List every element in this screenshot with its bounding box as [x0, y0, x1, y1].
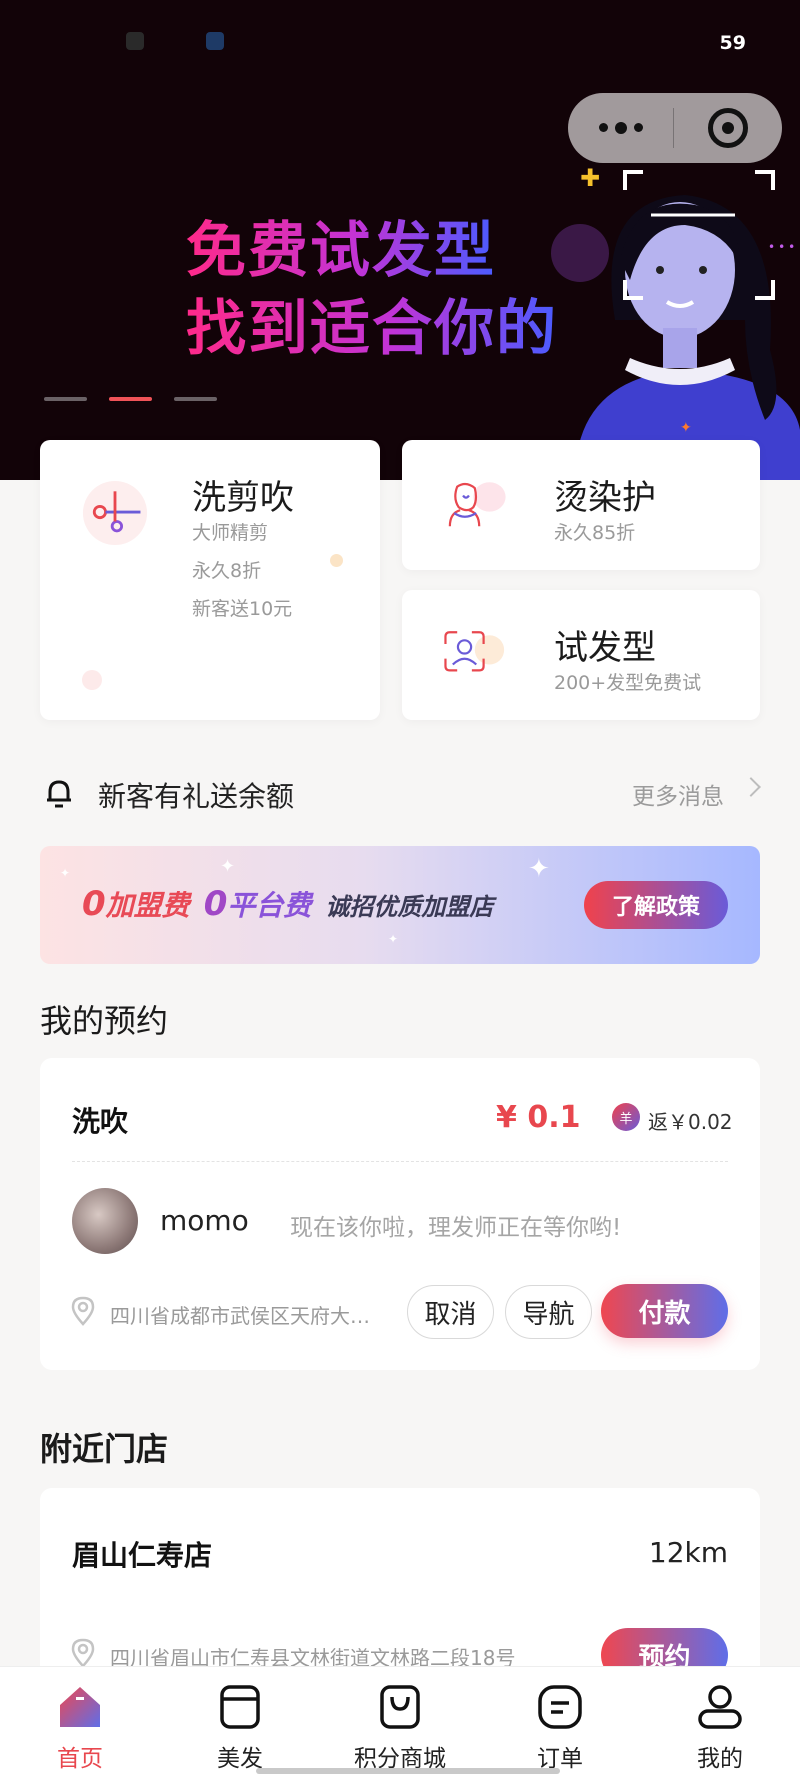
- tab-home[interactable]: 首页: [0, 1667, 160, 1778]
- service-detail: 新客送10元: [192, 598, 293, 620]
- box-icon: [220, 1685, 260, 1729]
- woman-hair-icon: [448, 482, 506, 527]
- status-time: 59: [719, 32, 746, 54]
- notice-bar[interactable]: 新客有礼送余额 更多消息: [40, 760, 761, 824]
- tab-hair[interactable]: 美发: [160, 1667, 320, 1778]
- avatar: [72, 1188, 138, 1254]
- learn-policy-button[interactable]: 了解政策: [584, 881, 728, 929]
- order-icon: [538, 1685, 582, 1729]
- franchise-fee-label: 加盟费: [105, 889, 190, 922]
- tab-label: 我的: [697, 1746, 743, 1772]
- service-detail: 200+发型免费试: [554, 672, 702, 694]
- mini-program-capsule[interactable]: [568, 93, 782, 163]
- store-name: 眉山仁寿店: [72, 1539, 213, 1572]
- tiktok-icon: [126, 32, 144, 50]
- location-pin-icon: [71, 1638, 95, 1668]
- appointment-service: 洗吹: [72, 1105, 129, 1138]
- franchise-banner[interactable]: ✦ ✦ ✦ ✦ 0加盟费 0平台费 诚招优质加盟店 了解政策: [40, 846, 760, 964]
- service-title: 洗剪吹: [192, 478, 294, 518]
- cancel-button[interactable]: 取消: [407, 1285, 494, 1339]
- tab-profile[interactable]: 我的: [640, 1667, 800, 1778]
- appointment-price: ¥ 0.1: [496, 1100, 581, 1135]
- pay-button[interactable]: 付款: [601, 1284, 728, 1338]
- more-messages-link[interactable]: 更多消息: [632, 777, 724, 811]
- service-card-trial-style[interactable]: 试发型 200+发型免费试: [402, 590, 760, 720]
- service-title: 烫染护: [554, 478, 656, 518]
- more-icon[interactable]: [568, 121, 673, 134]
- face-scan-icon: [444, 631, 505, 672]
- hero-headline-1: 免费试发型: [186, 202, 496, 289]
- nearby-section-title: 附近门店: [40, 1430, 169, 1468]
- recruit-label: 诚招优质加盟店: [325, 893, 494, 921]
- zero-fee-number: 0: [203, 884, 228, 924]
- divider: [72, 1161, 728, 1162]
- zero-fee-number: 0: [82, 884, 106, 924]
- user-name: momo: [160, 1204, 249, 1237]
- service-card-perm-dye[interactable]: 烫染护 永久85折: [402, 440, 760, 570]
- appointment-status-message: 现在该你啦，理发师正在等你哟!: [290, 1215, 622, 1241]
- shopping-bag-icon: [380, 1685, 420, 1729]
- hero-headline-2: 找到适合你的: [186, 280, 558, 367]
- franchise-slogan: 0加盟费 0平台费 诚招优质加盟店: [82, 884, 493, 924]
- home-icon: [60, 1687, 100, 1727]
- scissors-icon: [82, 480, 148, 546]
- profile-icon: [698, 1685, 742, 1729]
- rebate-amount: 返￥0.02: [648, 1110, 733, 1134]
- carousel-dot: [44, 397, 87, 401]
- status-icons: [126, 32, 224, 50]
- sparkle-icon: ✦: [220, 856, 236, 877]
- sparkle-icon: ✦: [388, 932, 399, 946]
- woman-illustration: ✦: [575, 170, 800, 480]
- chevron-right-icon[interactable]: [741, 777, 761, 797]
- service-card-wash-cut-blow[interactable]: 洗剪吹 大师精剪 永久8折 新客送10元: [40, 440, 380, 720]
- tab-label: 首页: [57, 1746, 103, 1772]
- tab-orders[interactable]: 订单: [480, 1667, 640, 1778]
- store-card[interactable]: 眉山仁寿店 12km 四川省眉山市仁寿县文林街道文林路二段18号 预约: [40, 1488, 760, 1688]
- appointment-card[interactable]: 洗吹 ¥ 0.1 羊 返￥0.02 momo 现在该你啦，理发师正在等你哟! 四…: [40, 1058, 760, 1370]
- carousel-dot-active: [109, 397, 152, 401]
- service-title: 试发型: [554, 628, 656, 668]
- carousel-indicator: [44, 397, 217, 401]
- close-target-icon[interactable]: [674, 108, 782, 148]
- service-detail: 大师精剪: [192, 522, 269, 544]
- location-pin-icon: [71, 1296, 95, 1326]
- sparkle-icon: ✦: [528, 854, 550, 884]
- service-detail: 永久85折: [554, 522, 636, 544]
- bell-icon: [47, 780, 71, 808]
- platform-fee-label: 平台费: [227, 889, 312, 922]
- svg-text:✦: ✦: [680, 420, 692, 436]
- carousel-dot: [174, 397, 217, 401]
- navigate-button[interactable]: 导航: [505, 1285, 592, 1339]
- appointment-section-title: 我的预约: [40, 1002, 169, 1040]
- app-notification-icon: [206, 32, 224, 50]
- sparkle-icon: ✦: [60, 866, 71, 880]
- service-detail: 永久8折: [192, 560, 262, 582]
- tab-bar: 首页 美发 积分商城 订单 我的: [0, 1666, 800, 1778]
- appointment-address: 四川省成都市武侯区天府大…: [110, 1304, 370, 1328]
- tab-points-mall[interactable]: 积分商城: [320, 1667, 480, 1778]
- hero-banner[interactable]: 59 ✚ ••• 免费试发型 找到适合你的 ✦: [0, 0, 800, 480]
- home-indicator[interactable]: [256, 1768, 560, 1774]
- rebate-icon: 羊: [612, 1103, 640, 1131]
- store-distance: 12km: [648, 1536, 728, 1569]
- notice-text: 新客有礼送余额: [98, 780, 295, 813]
